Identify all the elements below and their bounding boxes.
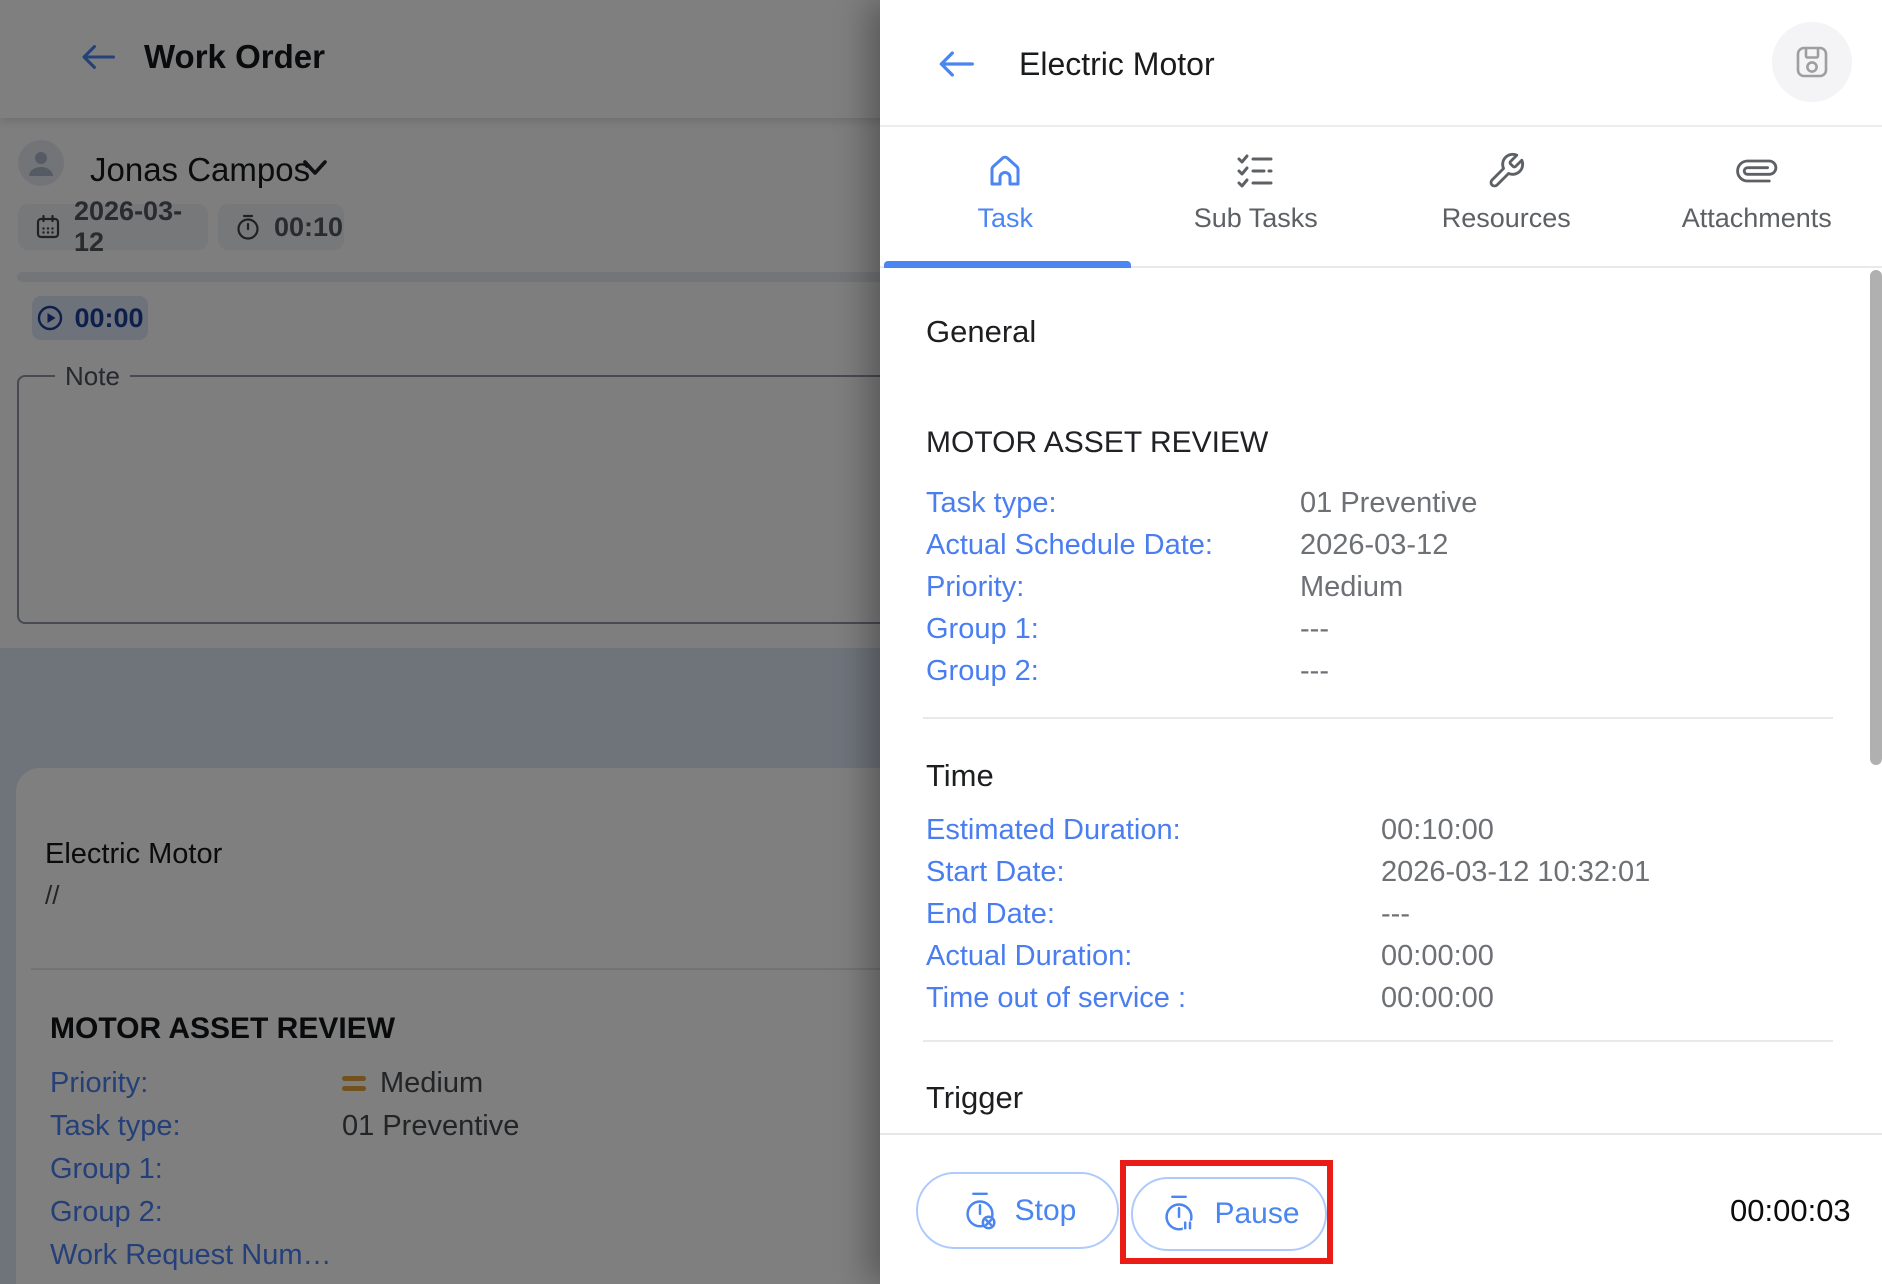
row-value: --- [1300,613,1329,646]
general-rows: Task type: 01 Preventive Actual Schedule… [926,482,1836,692]
row-label[interactable]: End Date: [926,898,1381,931]
row-value: 2026-03-12 10:32:01 [1381,856,1650,889]
tab-label: Attachments [1682,203,1832,234]
tab-sub-tasks[interactable]: Sub Tasks [1131,127,1382,266]
task-drawer: Electric Motor Task [880,0,1882,1284]
row-label[interactable]: Priority: [926,571,1300,604]
tab-task[interactable]: Task [880,127,1131,266]
table-row: Actual Schedule Date: 2026-03-12 [926,524,1836,566]
stop-button-label: Stop [1015,1194,1077,1228]
drawer-footer: Stop Pause 00:00:03 [880,1133,1882,1284]
pause-highlight-annotation [1120,1160,1333,1264]
checklist-icon [1235,149,1277,193]
stopwatch-stop-icon [959,1190,1001,1232]
table-row: Task type: 01 Preventive [926,482,1836,524]
row-label[interactable]: Group 1: [926,613,1300,646]
section-heading-trigger: Trigger [926,1080,1023,1116]
save-button[interactable] [1772,22,1852,102]
drawer-title: Electric Motor [1019,46,1215,83]
table-row: Group 1: --- [926,608,1836,650]
table-row: Group 2: --- [926,650,1836,692]
row-label[interactable]: Start Date: [926,856,1381,889]
row-label[interactable]: Time out of service : [926,982,1381,1015]
stop-button[interactable]: Stop [916,1172,1119,1249]
row-value: 00:00:00 [1381,940,1494,973]
row-value: Medium [1300,571,1403,604]
row-label[interactable]: Group 2: [926,655,1300,688]
screen: Work Order Jonas Campos [0,0,1882,1284]
row-value: 2026-03-12 [1300,529,1448,562]
tab-label: Resources [1442,203,1571,234]
row-value: 00:00:00 [1381,982,1494,1015]
general-subheading: MOTOR ASSET REVIEW [926,426,1268,460]
drawer-header: Electric Motor [880,0,1882,127]
scrollbar-thumb[interactable] [1870,270,1882,765]
row-label[interactable]: Estimated Duration: [926,814,1381,847]
divider [923,1040,1833,1042]
table-row: Start Date: 2026-03-12 10:32:01 [926,851,1836,893]
table-row: End Date: --- [926,893,1836,935]
tab-attachments[interactable]: Attachments [1632,127,1882,266]
row-value: 00:10:00 [1381,814,1494,847]
table-row: Estimated Duration: 00:10:00 [926,809,1836,851]
section-heading-general: General [926,314,1036,350]
table-row: Actual Duration: 00:00:00 [926,935,1836,977]
paperclip-icon [1737,149,1777,193]
drawer-back-arrow-icon[interactable] [935,47,975,81]
table-row: Priority: Medium [926,566,1836,608]
table-row: Time out of service : 00:00:00 [926,977,1836,1019]
tab-label: Sub Tasks [1194,203,1318,234]
wrench-icon [1486,149,1526,193]
section-heading-time: Time [926,758,994,794]
row-label[interactable]: Actual Duration: [926,940,1381,973]
home-icon [985,149,1025,193]
active-tab-underline [884,261,1131,268]
drawer-tabs: Task Sub Tasks [880,127,1882,268]
divider [923,717,1833,719]
row-label[interactable]: Actual Schedule Date: [926,529,1300,562]
tab-resources[interactable]: Resources [1381,127,1632,266]
save-icon [1790,40,1834,84]
row-label[interactable]: Task type: [926,487,1300,520]
elapsed-timer: 00:00:03 [1730,1193,1851,1229]
row-value: --- [1381,898,1410,931]
time-rows: Estimated Duration: 00:10:00 Start Date:… [926,809,1836,1019]
tab-label: Task [977,203,1033,234]
row-value: --- [1300,655,1329,688]
row-value: 01 Preventive [1300,487,1477,520]
